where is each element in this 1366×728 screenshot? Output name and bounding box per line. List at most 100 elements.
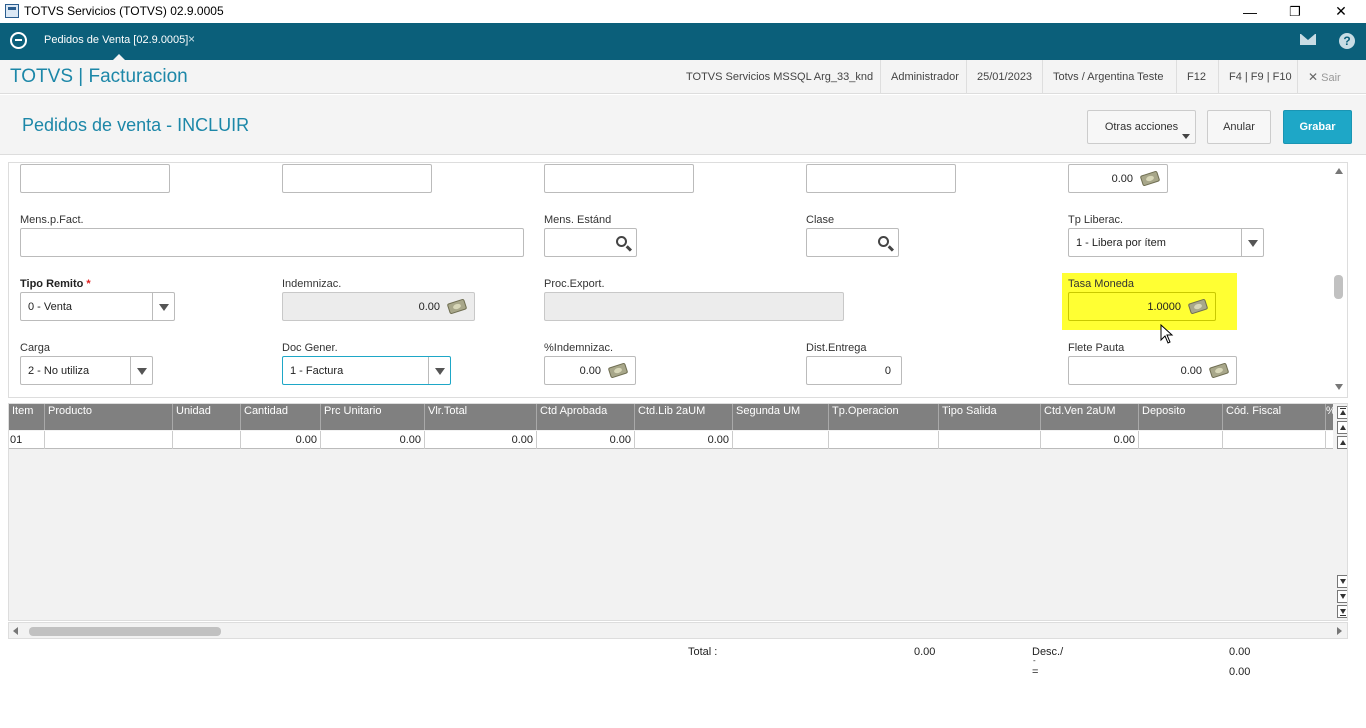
scroll-down-icon[interactable] [1335,384,1343,390]
cell-tipo-salida[interactable] [939,431,1041,449]
doc-gener-label: Doc Gener. [282,342,338,354]
money-icon[interactable] [1187,298,1209,315]
close-icon: ✕ [1308,70,1319,84]
col-percent[interactable]: % [1326,404,1334,430]
col-deposito[interactable]: Deposito [1139,404,1223,430]
cell-prc-unitario[interactable]: 0.00 [321,431,425,449]
clase-input[interactable] [806,228,899,257]
table-row[interactable]: 01 0.00 0.00 0.00 0.00 0.00 0.00 [9,431,1333,449]
pct-indemnizac-value: 0.00 [579,365,601,377]
discount-label: Desc./ [1032,646,1064,658]
window-title: TOTVS Servicios (TOTVS) 02.9.0005 [24,4,224,18]
flete-pauta-input[interactable]: 0.00 [1068,356,1237,385]
col-vlr-total[interactable]: Vlr.Total [425,404,537,430]
date-info[interactable]: 25/01/2023 [966,60,1042,94]
chevron-down-icon [1182,134,1190,139]
mens-estand-input[interactable] [544,228,637,257]
totvs-logo-icon[interactable] [10,32,27,49]
scroll-bottom-icon[interactable] [1337,605,1347,618]
net-total-value: 0.00 [1229,666,1251,678]
save-button[interactable]: Grabar [1283,110,1352,144]
doc-gener-select[interactable]: 1 - Factura [282,356,451,385]
page-down-icon[interactable] [1337,590,1347,603]
col-tipo-salida[interactable]: Tipo Salida [939,404,1041,430]
col-tp-operacion[interactable]: Tp.Operacion [829,404,939,430]
tab-close-icon[interactable]: × [188,32,195,46]
f12-shortcut[interactable]: F12 [1176,60,1216,94]
cell-ctd-ven-2aum[interactable]: 0.00 [1041,431,1139,449]
cell-vlr-total[interactable]: 0.00 [425,431,537,449]
grid-horizontal-scrollbar[interactable] [8,622,1348,639]
chevron-down-icon[interactable] [1241,229,1263,256]
function-keys-shortcut[interactable]: F4 | F9 | F10 [1218,60,1302,94]
cell-ctd-lib-2aum[interactable]: 0.00 [635,431,733,449]
company-info[interactable]: Totvs / Argentina Teste [1042,60,1173,94]
text-field-2[interactable] [282,164,432,193]
col-segunda-um[interactable]: Segunda UM [733,404,829,430]
col-ctd-ven-2aum[interactable]: Ctd.Ven 2aUM [1041,404,1139,430]
scroll-up-icon[interactable] [1335,168,1343,174]
col-unidad[interactable]: Unidad [173,404,241,430]
tab-pedidos-de-venta[interactable]: Pedidos de Venta [02.9.0005] × [36,23,201,60]
items-grid: Item Producto Unidad Cantidad Prc Unitar… [8,403,1348,621]
chevron-down-icon[interactable] [152,293,174,320]
pct-indemnizac-input[interactable]: 0.00 [544,356,636,385]
required-mark: * [86,278,91,290]
text-field-4[interactable] [806,164,956,193]
text-field-3[interactable] [544,164,694,193]
tp-liberac-select[interactable]: 1 - Libera por ítem [1068,228,1264,257]
amount-field-top[interactable]: 0.00 [1068,164,1168,193]
exit-button[interactable]: ✕ Sair [1297,60,1351,94]
money-icon[interactable] [607,362,629,379]
col-cod-fiscal[interactable]: Cód. Fiscal [1223,404,1326,430]
money-icon[interactable] [1139,170,1161,187]
cell-cod-fiscal[interactable] [1223,431,1326,449]
cell-producto[interactable] [45,431,173,449]
tasa-moneda-input[interactable]: 1.0000 [1068,292,1216,321]
tipo-remito-select[interactable]: 0 - Venta [20,292,175,321]
horizontal-scroll-thumb[interactable] [29,627,221,636]
form-scroll-thumb[interactable] [1334,275,1343,299]
cell-ctd-aprobada[interactable]: 0.00 [537,431,635,449]
minimize-button[interactable]: — [1227,0,1273,23]
cell-item[interactable]: 01 [9,431,45,449]
col-ctd-lib-2aum[interactable]: Ctd.Lib 2aUM [635,404,733,430]
cell-tp-operacion[interactable] [829,431,939,449]
other-actions-button[interactable]: Otras acciones [1087,110,1196,144]
col-cantidad[interactable]: Cantidad [241,404,321,430]
row-down-icon[interactable] [1337,575,1347,588]
cancel-button[interactable]: Anular [1207,110,1271,144]
close-window-button[interactable]: ✕ [1318,0,1364,23]
col-ctd-aprobada[interactable]: Ctd Aprobada [537,404,635,430]
row-up-icon[interactable] [1337,436,1347,449]
dist-entrega-input[interactable]: 0 [806,356,902,385]
tasa-moneda-value: 1.0000 [1147,301,1181,313]
scroll-right-icon[interactable] [1337,627,1342,635]
cell-deposito[interactable] [1139,431,1223,449]
tab-label: Pedidos de Venta [02.9.0005] [44,34,189,46]
col-prc-unitario[interactable]: Prc Unitario [321,404,425,430]
cell-unidad[interactable] [173,431,241,449]
search-icon[interactable] [616,236,627,247]
text-field-1[interactable] [20,164,170,193]
maximize-button[interactable]: ❐ [1272,0,1318,23]
chevron-down-icon[interactable] [428,357,450,384]
carga-select[interactable]: 2 - No utiliza [20,356,153,385]
exit-label: Sair [1321,72,1341,84]
col-item[interactable]: Item [9,404,45,430]
page-up-icon[interactable] [1337,421,1347,434]
col-producto[interactable]: Producto [45,404,173,430]
search-icon[interactable] [878,236,889,247]
scroll-left-icon[interactable] [13,627,18,635]
mens-fact-input[interactable] [20,228,524,257]
page-title: Pedidos de venta - INCLUIR [22,115,250,135]
form-scrollbar[interactable] [1331,163,1347,397]
mail-icon[interactable] [1300,34,1316,45]
cell-cantidad[interactable]: 0.00 [241,431,321,449]
help-icon[interactable]: ? [1339,33,1355,49]
grid-header: Item Producto Unidad Cantidad Prc Unitar… [9,404,1334,430]
chevron-down-icon[interactable] [130,357,152,384]
cell-segunda-um[interactable] [733,431,829,449]
scroll-top-icon[interactable] [1337,406,1347,419]
money-icon[interactable] [1208,362,1230,379]
